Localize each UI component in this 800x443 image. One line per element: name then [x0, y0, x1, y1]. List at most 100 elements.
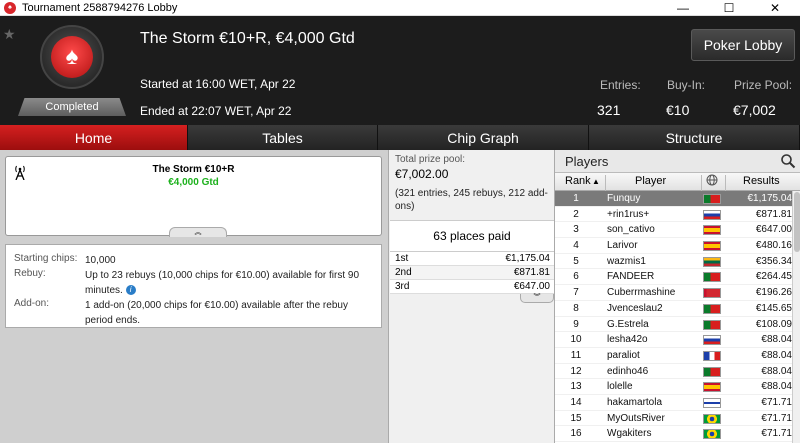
player-row[interactable]: 7 Cuberrmashine €196.26 — [555, 285, 800, 301]
tab-chip-graph[interactable]: Chip Graph — [378, 125, 589, 150]
player-row[interactable]: 3 son_cativo €647.00 — [555, 222, 800, 239]
maximize-button[interactable]: ☐ — [706, 0, 752, 16]
player-rank: 3 — [573, 224, 579, 236]
favorite-star-icon[interactable]: ★ — [3, 26, 16, 43]
tab-bar: Home Tables Chip Graph Structure — [0, 125, 800, 150]
player-row[interactable]: 11 paraliot €88.04 — [555, 348, 800, 364]
player-result: €71.71 — [761, 396, 792, 408]
poker-lobby-button[interactable]: Poker Lobby — [691, 29, 795, 61]
player-name: wazmis1 — [607, 255, 646, 267]
tab-structure[interactable]: Structure — [589, 125, 800, 150]
player-rank: 4 — [573, 240, 579, 252]
buyin-label: Buy-In: — [667, 78, 706, 92]
player-rank: 2 — [573, 208, 579, 220]
player-rank: 9 — [573, 318, 579, 330]
player-row[interactable]: 15 MyOutsRiver €71.71 — [555, 411, 800, 427]
players-table-header: Rank ▲ Player Results — [555, 173, 800, 193]
player-row[interactable]: 8 Jvenceslau2 €145.65 — [555, 301, 800, 317]
player-name: son_cativo — [607, 224, 655, 236]
column-rank[interactable]: Rank — [565, 175, 591, 187]
player-rank: 8 — [573, 302, 579, 314]
tournament-info: Starting chips: 10,000 Rebuy: Up to 23 r… — [5, 244, 382, 328]
player-row[interactable]: 9 G.Estrela €108.09 — [555, 317, 800, 333]
player-row[interactable]: 6 FANDEER €264.45 — [555, 269, 800, 286]
player-result: €196.26 — [755, 287, 792, 299]
player-rank: 12 — [570, 365, 582, 377]
total-prize-label: Total prize pool: — [395, 154, 466, 165]
player-row[interactable]: 12 edinho46 €88.04 — [555, 364, 800, 380]
entries-value: 321 — [597, 102, 621, 118]
addon-label: Add-on: — [14, 298, 50, 309]
player-rank: 14 — [570, 396, 582, 408]
player-row[interactable]: 13 lolelle €88.04 — [555, 379, 800, 395]
prize-panel: Total prize pool: €7,002.00 (321 entries… — [388, 150, 555, 443]
buyin-value: €10 — [666, 102, 690, 118]
card-guarantee: €4,000 Gtd — [168, 177, 219, 188]
player-name: MyOutsRiver — [607, 412, 665, 424]
player-rank: 13 — [570, 381, 582, 393]
player-result: €480.16 — [755, 240, 792, 252]
globe-icon[interactable] — [706, 174, 718, 189]
rebuy-label: Rebuy: — [14, 268, 46, 279]
players-list: 1 Funquy €1,175.04 2 +rin1rus+ €871.81 3 son_ca… — [555, 191, 800, 442]
player-rank: 1 — [573, 193, 579, 204]
country-flag-icon — [703, 397, 721, 408]
places-paid: 63 places paid — [390, 220, 554, 252]
player-row[interactable]: 2 +rin1rus+ €871.81 — [555, 207, 800, 223]
expand-card-button[interactable]: ︽ — [169, 227, 227, 237]
country-flag-icon — [703, 366, 721, 377]
payout-amount: €1,175.04 — [505, 253, 551, 264]
pokerstars-logo: ♠ — [40, 25, 104, 89]
payout-row: 1st €1,175.04 — [390, 252, 554, 266]
search-icon[interactable] — [780, 153, 796, 169]
player-result: €88.04 — [761, 334, 792, 346]
player-rank: 7 — [573, 287, 579, 299]
player-row[interactable]: 5 wazmis1 €356.34 — [555, 254, 800, 270]
player-row[interactable]: 10 lesha42o €88.04 — [555, 332, 800, 348]
tournament-card: The Storm €10+R €4,000 Gtd ︽ — [5, 156, 382, 237]
players-scrollbar[interactable] — [792, 191, 800, 443]
player-name: Wgakiters — [607, 428, 652, 440]
tab-home[interactable]: Home — [0, 125, 188, 150]
payout-amount: €647.00 — [513, 281, 550, 292]
addon-value: 1 add-on (20,000 chips for €10.00) avail… — [85, 300, 348, 326]
end-time: Ended at 22:07 WET, Apr 22 — [140, 104, 292, 118]
player-name: FANDEER — [607, 271, 655, 283]
column-results[interactable]: Results — [743, 175, 780, 187]
minimize-button[interactable]: — — [660, 0, 706, 16]
player-row[interactable]: 4 Larivor €480.16 — [555, 238, 800, 254]
player-name: Funquy — [607, 193, 641, 204]
info-icon[interactable]: i — [125, 285, 136, 296]
country-flag-icon — [703, 194, 721, 204]
player-result: €71.71 — [761, 412, 792, 424]
payout-table: 1st €1,175.04 2nd €871.81 3rd €647.00 — [390, 252, 554, 294]
player-row[interactable]: 1 Funquy €1,175.04 — [555, 191, 800, 207]
expand-payouts-button[interactable]: ︾ — [520, 294, 554, 303]
player-rank: 11 — [570, 349, 582, 361]
scrollbar-thumb[interactable] — [794, 192, 800, 252]
player-result: €88.04 — [761, 349, 792, 361]
tournament-name: The Storm €10+R, €4,000 Gtd — [140, 30, 355, 47]
player-result: €88.04 — [761, 381, 792, 393]
player-result: €871.81 — [755, 208, 792, 220]
total-prize-value: €7,002.00 — [395, 167, 449, 181]
player-row[interactable]: 14 hakamartola €71.71 — [555, 395, 800, 411]
rebuy-value-wrap: Up to 23 rebuys (10,000 chips for €10.00… — [85, 268, 375, 298]
payout-row: 3rd €647.00 — [390, 280, 554, 294]
tab-tables[interactable]: Tables — [188, 125, 378, 150]
player-result: €108.09 — [755, 318, 792, 330]
country-flag-icon — [703, 303, 721, 314]
country-flag-icon — [703, 256, 721, 267]
column-player[interactable]: Player — [635, 175, 666, 187]
player-row[interactable]: 16 Wgakiters €71.71 — [555, 426, 800, 442]
country-flag-icon — [703, 288, 721, 299]
players-title-text: Players — [565, 154, 609, 169]
close-button[interactable]: ✕ — [752, 0, 798, 16]
payout-place: 3rd — [395, 281, 410, 292]
player-result: €145.65 — [755, 302, 792, 314]
player-name: Cuberrmashine — [607, 287, 676, 299]
player-name: Jvenceslau2 — [607, 302, 663, 314]
starting-chips-label: Starting chips: — [14, 253, 78, 264]
player-rank: 5 — [573, 255, 579, 267]
start-time: Started at 16:00 WET, Apr 22 — [140, 77, 296, 91]
